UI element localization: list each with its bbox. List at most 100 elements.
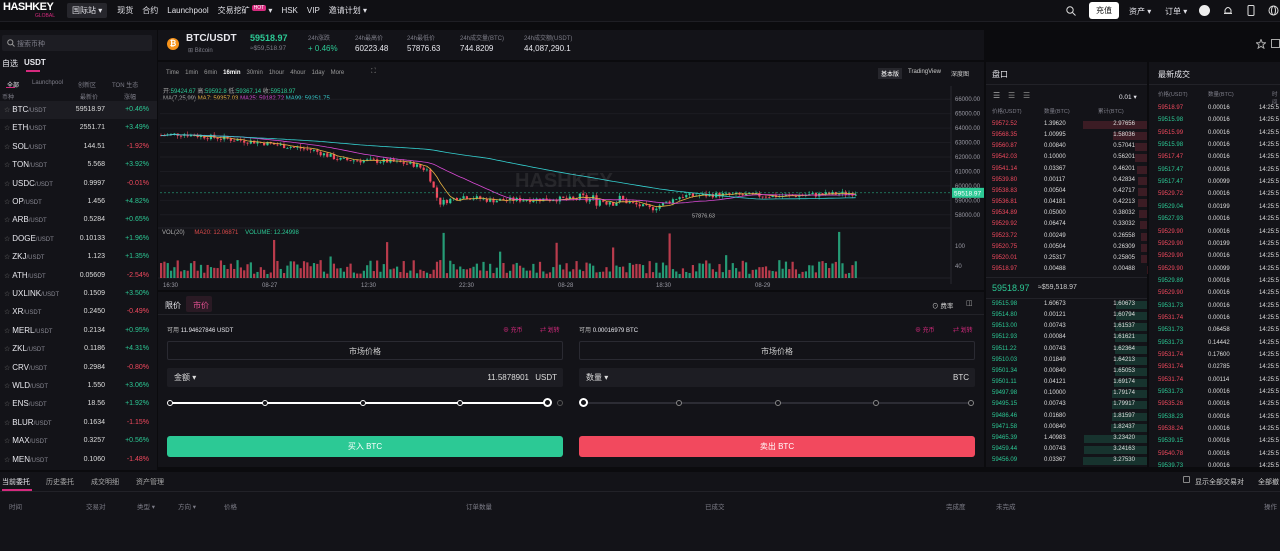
slider-stop-100[interactable] [968,400,974,406]
buy-deposit-link[interactable]: ⊕ 充币 [503,325,523,334]
star-icon[interactable]: ☆ [4,420,12,427]
ask-row[interactable]: 59538.83 0.00504 0.42717 [986,187,1147,196]
star-icon[interactable]: ☆ [4,273,12,280]
layout-icon[interactable]: ◫ [966,299,973,307]
pair-row[interactable]: ☆ BTC/USDT 59518.97 +0.46% [0,101,157,119]
star-icon[interactable]: ☆ [4,144,12,151]
ask-row[interactable]: 59520.75 0.00504 0.26309 [986,243,1147,252]
bid-row[interactable]: 59501.34 0.00840 1.65053 [986,367,1147,376]
star-icon[interactable]: ☆ [4,291,12,298]
tab-asset-management[interactable]: 资产管理 [136,477,164,487]
nav-hsk[interactable]: HSK [281,6,297,15]
bid-row[interactable]: 59515.98 1.60673 1.60673 [986,300,1147,309]
pair-row[interactable]: ☆ UXLINK/USDT 0.1509 +3.50% [0,285,157,303]
bid-row[interactable]: 59513.00 0.00743 1.61537 [986,322,1147,332]
pair-row[interactable]: ☆ ATH/USDT 0.05609 -2.54% [0,267,157,285]
tab-market[interactable]: 市价 [193,300,209,311]
star-icon[interactable]: ☆ [4,199,12,206]
subtab-launchpool[interactable]: Launchpool [32,80,63,86]
pair-row[interactable]: ☆ ZKL/USDT 0.1186 +4.31% [0,340,157,358]
fee-link[interactable]: ⊙ 费率 [932,300,953,310]
nav-spot[interactable]: 现货 [117,5,133,16]
sell-transfer-link[interactable]: ⇄ 划转 [953,325,973,334]
logo[interactable]: HASHKEY GLOBAL [3,1,55,20]
slider-stop-60[interactable] [873,400,879,406]
slider-handle[interactable] [543,398,552,407]
star-icon[interactable]: ☆ [4,401,12,408]
site-selector[interactable]: 国际站 ▾ [67,3,108,18]
nav-invite[interactable]: 邀请计划 ▾ [329,5,367,16]
ask-row[interactable]: 59529.92 0.06474 0.33032 [986,220,1147,230]
star-icon[interactable]: ☆ [4,181,12,188]
buy-transfer-link[interactable]: ⇄ 划转 [540,325,560,334]
star-icon[interactable]: ☆ [4,254,12,261]
nav-launchpool[interactable]: Launchpool [167,6,208,15]
star-icon[interactable]: ☆ [4,309,12,316]
ask-row[interactable]: 59518.97 0.00488 0.00488 [986,265,1147,274]
pair-row[interactable]: ☆ ARB/USDT 0.5284 +0.65% [0,211,157,229]
ask-row[interactable]: 59536.81 0.04181 0.42213 [986,198,1147,208]
candlestick-chart[interactable]: 66000.00 65000.00 64000.00 63000.00 62000.00… [158,62,984,290]
nav-contract[interactable]: 合约 [142,5,158,16]
ask-row[interactable]: 59539.80 0.00117 0.42834 [986,176,1147,185]
bid-row[interactable]: 59459.44 0.00743 3.24163 [986,445,1147,454]
bid-row[interactable]: 59471.58 0.00840 1.82437 [986,423,1147,432]
bid-row[interactable]: 59514.80 0.00121 1.60794 [986,311,1147,321]
pair-row[interactable]: ☆ MAX/USDT 0.3257 +0.56% [0,432,157,450]
buy-slider[interactable] [167,398,563,407]
bid-row[interactable]: 59512.93 0.00084 1.61621 [986,333,1147,343]
pair-row[interactable]: ☆ MEN/USDT 0.1060 -1.48% [0,451,157,469]
globe-icon[interactable] [1268,5,1279,16]
pair-row[interactable]: ☆ DOGE/USDT 0.10133 +1.96% [0,230,157,248]
pair-row[interactable]: ☆ CRV/USDT 0.2984 -0.80% [0,359,157,377]
mobile-icon[interactable] [1247,5,1255,16]
subtab-ton[interactable]: TON 生态 [112,80,138,89]
show-all-checkbox[interactable] [1183,476,1190,483]
star-icon[interactable]: ☆ [4,438,12,445]
share-icon[interactable] [1271,39,1280,49]
precision-select[interactable]: 0.01 ▾ [1119,93,1137,101]
star-icon[interactable]: ☆ [4,125,12,132]
pair-row[interactable]: ☆ USDC/USDT 0.9997 -0.01% [0,175,157,193]
slider-stop-25[interactable] [262,400,268,406]
pair-row[interactable]: ☆ WLD/USDT 1.550 +3.06% [0,377,157,395]
bid-row[interactable]: 59501.11 0.04121 1.69174 [986,378,1147,388]
buy-amount-value[interactable]: 11.5878901 [487,368,529,387]
slider-stop-20[interactable] [676,400,682,406]
bid-row[interactable]: 59495.15 0.00743 1.79917 [986,400,1147,410]
nav-vip[interactable]: VIP [307,6,320,15]
tab-trade-history[interactable]: 成交明细 [91,477,119,487]
pair-row[interactable]: ☆ XR/USDT 0.2450 -0.49% [0,303,157,321]
ask-row[interactable]: 59523.72 0.00249 0.26558 [986,232,1147,241]
star-icon[interactable]: ☆ [4,236,12,243]
pair-title[interactable]: BTC/USDT [186,33,237,44]
search-icon[interactable] [1066,6,1076,16]
star-icon[interactable]: ☆ [4,217,12,224]
bid-row[interactable]: 59511.22 0.00743 1.62364 [986,345,1147,354]
slider-stop-50[interactable] [360,400,366,406]
slider-handle[interactable] [579,398,588,407]
buy-amount-field[interactable]: 金额 ▾ 11.5878901 USDT [167,368,563,387]
star-icon[interactable]: ☆ [4,346,12,353]
tab-limit[interactable]: 限价 [165,300,181,311]
ask-row[interactable]: 59542.03 0.10000 0.56201 [986,153,1147,163]
book-mode-bids-icon[interactable]: ☰ [1008,91,1015,100]
col-type[interactable]: 类型 ▾ [137,501,155,511]
star-icon[interactable]: ☆ [4,328,12,335]
ask-row[interactable]: 59534.89 0.05000 0.38032 [986,209,1147,219]
pair-row[interactable]: ☆ BLUR/USDT 0.1634 -1.15% [0,414,157,432]
bell-icon[interactable] [1223,5,1233,16]
sell-button[interactable]: 卖出 BTC [579,436,975,457]
col-side[interactable]: 方向 ▾ [178,501,196,511]
ask-row[interactable]: 59520.01 0.25317 0.25805 [986,254,1147,263]
tab-usdt[interactable]: USDT [24,58,46,67]
pair-row[interactable]: ☆ TON/USDT 5.568 +3.92% [0,156,157,174]
nav-trade-mining[interactable]: 交易挖矿 HOT ▾ [218,5,272,16]
star-icon[interactable]: ☆ [4,107,12,114]
avatar[interactable] [1199,5,1210,16]
tab-open-orders[interactable]: 当前委托 [2,477,30,487]
bid-row[interactable]: 59510.03 0.01849 1.64213 [986,356,1147,365]
tab-favorites[interactable]: 自选 [2,58,18,69]
ask-row[interactable]: 59572.52 1.39620 2.97656 [986,120,1147,129]
pair-row[interactable]: ☆ ETH/USDT 2551.71 +3.49% [0,119,157,137]
